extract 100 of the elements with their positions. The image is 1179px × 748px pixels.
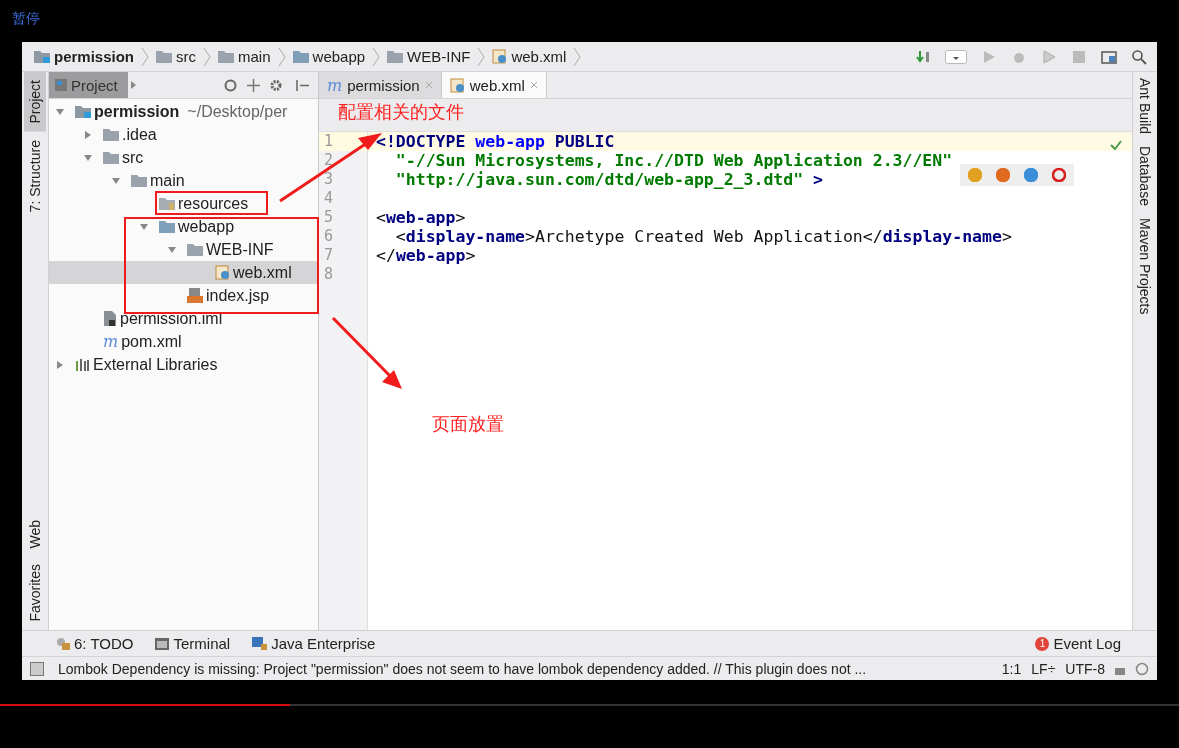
libraries-icon xyxy=(75,358,90,371)
close-icon[interactable] xyxy=(424,81,433,89)
folder-icon xyxy=(103,128,119,141)
editor-tab[interactable]: web.xml xyxy=(441,72,547,98)
collapsed-arrow-icon[interactable] xyxy=(55,359,65,370)
browser-icon[interactable] xyxy=(1024,168,1038,182)
annotation-text: 页面放置 xyxy=(432,413,504,436)
chevron-icon xyxy=(572,45,583,68)
breadcrumb[interactable]: main xyxy=(218,48,271,65)
annotation-text: 配置相关的文件 xyxy=(338,101,464,124)
line-number: 7 xyxy=(323,246,335,265)
breadcrumb[interactable]: permission xyxy=(34,48,135,65)
folder-icon xyxy=(187,243,203,256)
line-number: 1 xyxy=(319,132,367,151)
tool-window-tab[interactable]: 6: TODO xyxy=(56,635,134,652)
java-enterprise-icon xyxy=(252,637,268,650)
expanded-arrow-icon[interactable] xyxy=(167,244,177,255)
maven-icon: m xyxy=(327,75,343,95)
line-number: 2 xyxy=(323,151,335,170)
line-separator[interactable]: LF÷ xyxy=(1031,660,1056,677)
code-line: <!DOCTYPE web-app PUBLIC xyxy=(376,132,615,151)
line-number: 6 xyxy=(323,227,335,246)
expanded-arrow-icon[interactable] xyxy=(83,152,93,163)
browser-icon[interactable] xyxy=(996,168,1010,182)
line-number: 8 xyxy=(323,265,335,284)
xml-file-icon xyxy=(492,49,508,64)
maven-icon: m xyxy=(103,332,119,351)
folder-icon xyxy=(159,197,175,210)
xml-file-icon xyxy=(449,77,465,93)
tool-window-tab[interactable]: Java Enterprise xyxy=(252,635,376,652)
chevron-icon xyxy=(276,45,287,68)
folder-icon xyxy=(159,220,175,233)
tree-item[interactable]: resources xyxy=(49,192,318,215)
expanded-arrow-icon[interactable] xyxy=(139,221,149,232)
search-icon[interactable] xyxy=(1131,48,1147,65)
tool-window-tab[interactable]: Project xyxy=(24,72,46,132)
line-number: 3 xyxy=(323,170,335,189)
check-icon xyxy=(1110,140,1122,150)
tree-item[interactable]: index.jsp xyxy=(49,284,318,307)
tree-item[interactable]: webapp xyxy=(49,215,318,238)
jsp-file-icon xyxy=(187,288,203,303)
folder-icon xyxy=(34,50,50,63)
tree-item[interactable]: External Libraries xyxy=(49,353,318,376)
panel-toggle-icon[interactable] xyxy=(30,661,44,676)
code-line: </web-app> xyxy=(376,246,476,265)
collapsed-arrow-icon[interactable] xyxy=(83,129,93,140)
code-line: "-//Sun Microsystems, Inc.//DTD Web Application 2.3//EN" xyxy=(394,151,953,170)
dropdown-icon[interactable] xyxy=(945,49,967,64)
project-structure-icon[interactable] xyxy=(1101,48,1117,65)
tree-item[interactable]: main xyxy=(49,169,318,192)
breadcrumb[interactable]: src xyxy=(156,48,197,65)
tree-item[interactable]: web.xml xyxy=(49,261,318,284)
tree-item[interactable]: src xyxy=(49,146,318,169)
tool-window-tab[interactable]: Database xyxy=(1134,140,1156,212)
chevron-icon xyxy=(371,45,382,68)
breadcrumb[interactable]: WEB-INF xyxy=(387,48,471,65)
chevron-icon xyxy=(140,45,151,68)
tool-window-tab[interactable]: Maven Projects xyxy=(1134,212,1156,321)
tree-item[interactable]: permission.iml xyxy=(49,307,318,330)
browser-icon[interactable] xyxy=(1052,168,1066,182)
tree-item[interactable]: .idea xyxy=(49,123,318,146)
tree-item[interactable]: WEB-INF xyxy=(49,238,318,261)
folder-icon xyxy=(292,50,309,63)
folder-icon xyxy=(387,50,404,63)
breadcrumb[interactable]: web.xml xyxy=(492,48,567,65)
file-encoding[interactable]: UTF-8 xyxy=(1065,660,1105,677)
todo-icon xyxy=(56,637,70,650)
tool-window-tab[interactable]: Ant Build xyxy=(1134,72,1156,141)
editor-tab[interactable]: m permission xyxy=(319,72,442,98)
browser-icon[interactable] xyxy=(968,168,982,182)
tool-window-tab[interactable]: Web xyxy=(24,511,46,557)
chevron-icon xyxy=(476,45,487,68)
update-icon[interactable] xyxy=(915,48,931,65)
chevron-icon xyxy=(202,45,213,68)
tool-window-tab[interactable]: 7: Structure xyxy=(24,131,46,220)
folder-icon xyxy=(218,50,235,63)
breadcrumb[interactable]: webapp xyxy=(292,48,366,65)
expanded-arrow-icon[interactable] xyxy=(55,106,65,117)
expanded-arrow-icon[interactable] xyxy=(111,175,121,186)
close-icon[interactable] xyxy=(529,81,538,89)
folder-icon xyxy=(103,151,119,164)
event-log-tab[interactable]: 1 Event Log xyxy=(1035,635,1121,652)
file-icon xyxy=(103,311,117,326)
target-icon[interactable] xyxy=(224,78,237,92)
collapse-icon[interactable] xyxy=(247,78,260,92)
code-line: "http://java.sun.com/dtd/web-app_2_3.dtd" > xyxy=(394,170,824,189)
tree-item[interactable]: permission ~/Desktop/per xyxy=(49,100,318,123)
project-icon xyxy=(55,79,67,91)
code-line: <display-name>Archetype Created Web Application</display-name> xyxy=(394,227,1012,246)
hide-icon[interactable] xyxy=(295,78,310,92)
tree-item[interactable]: m pom.xml xyxy=(49,330,318,353)
caret-position[interactable]: 1:1 xyxy=(1001,660,1022,677)
folder-icon xyxy=(131,174,147,187)
line-number: 4 xyxy=(323,189,335,208)
tool-window-tab[interactable]: Favorites xyxy=(24,556,46,630)
tool-window-tab[interactable]: Terminal xyxy=(155,635,231,652)
terminal-icon xyxy=(155,637,170,650)
project-view-selector[interactable]: Project xyxy=(49,72,128,98)
line-number: 5 xyxy=(323,208,335,227)
folder-icon xyxy=(75,105,91,118)
